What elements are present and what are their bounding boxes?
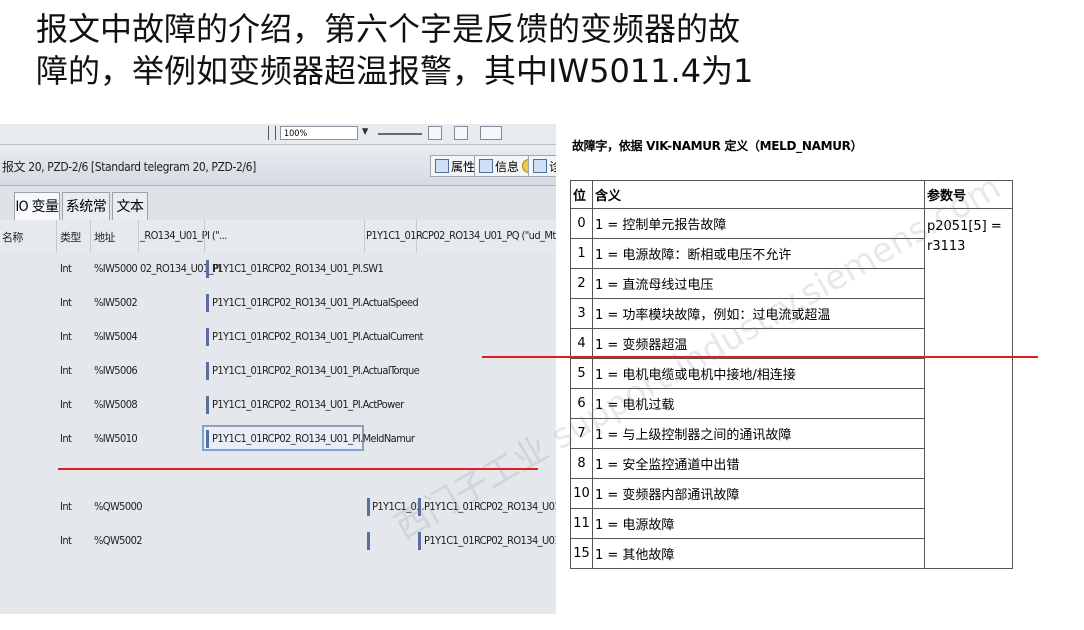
- table-row[interactable]: Int %IW5004 P1Y1C1_01RCP02_RO134_U01_PI.…: [0, 320, 556, 355]
- header-meaning: 含义: [592, 180, 925, 209]
- fit-icon[interactable]: [428, 126, 442, 140]
- header-bit: 位: [570, 180, 593, 209]
- table-row-meldnamur[interactable]: Int %IW5010 P1Y1C1_01RCP02_RO134_U01_PI.…: [0, 422, 556, 457]
- grid-header: 名称 类型 地址 _RO134_U01_PI ("... P1Y1C1_01RC…: [0, 220, 556, 253]
- zoom-slider[interactable]: [378, 133, 422, 135]
- scroll-icon[interactable]: [480, 126, 502, 140]
- properties-tab[interactable]: 属性: [430, 155, 481, 177]
- toolbar: 100% ▼: [0, 124, 556, 145]
- tab-io-tags[interactable]: IO 变量: [14, 192, 60, 221]
- zoom-select[interactable]: 100%: [280, 126, 358, 140]
- diagnostics-tab[interactable]: 诊断: [528, 155, 556, 177]
- table-row[interactable]: Int %IW5002 P1Y1C1_01RCP02_RO134_U01_PI.…: [0, 286, 556, 321]
- title-line-2: 障的，举例如变频器超温报警，其中IW5011.4为1: [36, 52, 754, 90]
- tab-system-constants[interactable]: 系统常数: [62, 192, 110, 243]
- tia-portal-screenshot: 100% ▼ 报文 20, PZD-2/6 [Standard telegram…: [0, 124, 556, 614]
- toolbar-separator: [268, 126, 276, 140]
- diagnostics-icon: [533, 159, 547, 173]
- table-row: 0 1 = 控制单元报告故障 p2051[5] = r3113: [570, 208, 1013, 569]
- column-name[interactable]: 名称: [2, 229, 23, 245]
- param-cell: p2051[5] = r3113: [924, 208, 1013, 569]
- table-row[interactable]: Int %IW5006 P1Y1C1_01RCP02_RO134_U01_PI.…: [0, 354, 556, 389]
- table-row-empty: [0, 456, 556, 491]
- table-row[interactable]: Int %IW5008 P1Y1C1_01RCP02_RO134_U01_PI.…: [0, 388, 556, 423]
- table-row[interactable]: Int %QW5000 P1Y1C1_0... P1Y1C1_01RCP02_R…: [0, 490, 556, 525]
- table-header-row: 位 含义 参数号: [570, 180, 1013, 209]
- table-row[interactable]: Int %QW5002 P1Y1C1_01RCP02_RO134_U01_PQ.…: [0, 524, 556, 559]
- tab-texts[interactable]: 文本: [112, 192, 148, 220]
- title-line-1: 报文中故障的介绍，第六个字是反馈的变频器的故: [36, 10, 741, 48]
- column-pq[interactable]: P1Y1C1_01RCP02_RO134_U01_PQ ("ud_Mtr_VFD…: [366, 229, 556, 242]
- info-icon: [479, 159, 493, 173]
- chevron-down-icon[interactable]: ▼: [362, 127, 368, 137]
- module-title: 报文 20, PZD-2/6 [Standard telegram 20, PZ…: [2, 160, 256, 174]
- column-pi[interactable]: _RO134_U01_PI ("...: [140, 229, 227, 242]
- column-address[interactable]: 地址: [94, 229, 115, 245]
- inspector-header: 报文 20, PZD-2/6 [Standard telegram 20, PZ…: [0, 145, 556, 186]
- table-row[interactable]: Int %IW5000 02_RO134_U01_PI P1Y1C1_01RCP…: [0, 252, 556, 287]
- slide-title: 报文中故障的介绍，第六个字是反馈的变频器的故 障的，举例如变频器超温报警，其中I…: [36, 8, 1036, 92]
- fault-word-table: 位 含义 参数号 0 1 = 控制单元报告故障 p2051[5] = r3113…: [570, 180, 1013, 569]
- column-type[interactable]: 类型: [60, 229, 81, 245]
- highlight-line-bit4: [482, 356, 1038, 358]
- table-row-empty: [0, 558, 556, 614]
- namur-caption: 故障字，依据 VIK-NAMUR 定义（MELD_NAMUR）: [572, 139, 863, 153]
- properties-icon: [435, 159, 449, 173]
- tab-bar: IO 变量 系统常数 文本: [0, 186, 556, 243]
- scroll-left-icon[interactable]: [454, 126, 468, 140]
- highlight-line-iw5010: [58, 468, 538, 470]
- header-param: 参数号: [924, 180, 1013, 209]
